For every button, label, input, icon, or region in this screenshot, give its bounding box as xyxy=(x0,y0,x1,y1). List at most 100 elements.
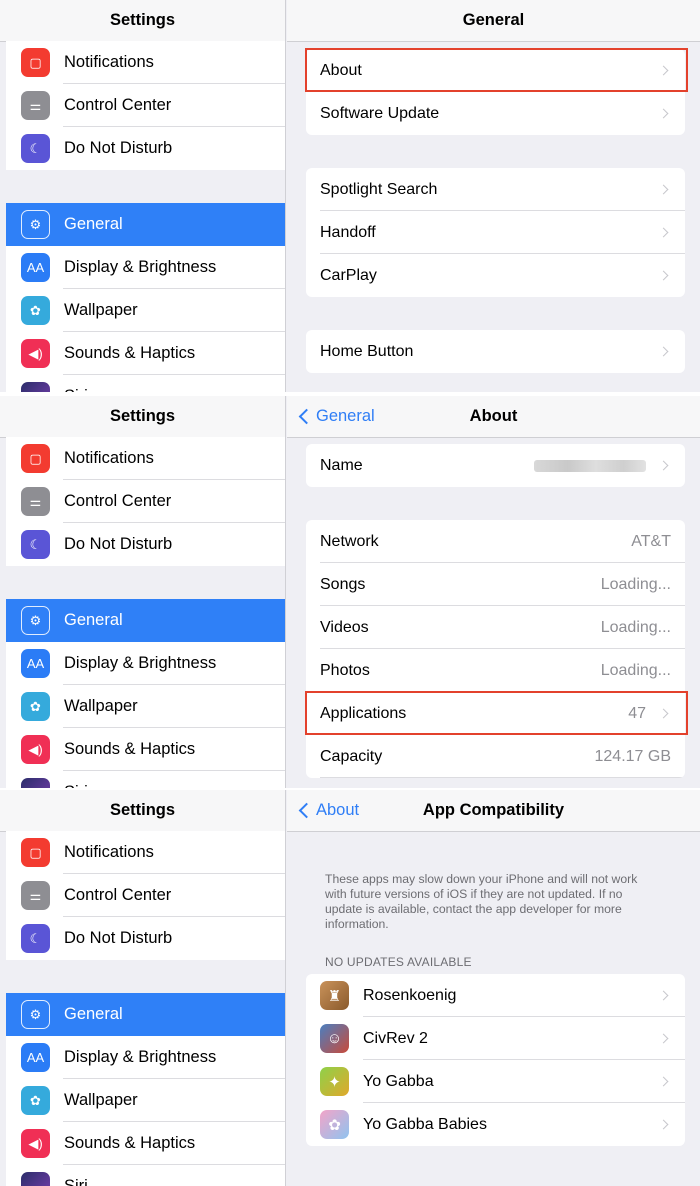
sidebar-item-wallpaper[interactable]: ✿ Wallpaper xyxy=(6,685,285,728)
app-compatibility-pane: About App Compatibility These apps may s… xyxy=(287,790,700,1186)
sidebar-item-display-brightness[interactable]: AA Display & Brightness xyxy=(6,642,285,685)
sidebar-item-general[interactable]: ⚙ General xyxy=(6,599,285,642)
name-row[interactable]: Name xyxy=(306,444,685,487)
wallpaper-icon: ✿ xyxy=(21,296,50,325)
sidebar-item-notifications[interactable]: ▢ Notifications xyxy=(6,437,285,480)
sidebar-item-notifications[interactable]: ▢ Notifications xyxy=(6,41,285,84)
chevron-right-icon xyxy=(658,1119,669,1130)
row-value: AT&T xyxy=(631,532,671,550)
row-label: Videos xyxy=(320,618,369,636)
notifications-icon: ▢ xyxy=(21,444,50,473)
sidebar-item-general[interactable]: ⚙ General xyxy=(6,203,285,246)
app-name: CivRev 2 xyxy=(363,1029,428,1047)
chevron-right-icon xyxy=(658,460,669,471)
row-value: 124.17 GB xyxy=(594,747,672,765)
row-label: Name xyxy=(320,456,363,474)
sidebar-item-label: Control Center xyxy=(64,886,172,904)
spotlight-search-row[interactable]: Spotlight Search xyxy=(306,168,685,211)
wallpaper-icon: ✿ xyxy=(21,1086,50,1115)
settings-sidebar: Settings ▢ Notifications ⚌ Control Center … xyxy=(0,790,286,1186)
sidebar-item-siri[interactable]: Siri xyxy=(6,375,285,392)
sidebar-title: Settings xyxy=(109,11,176,29)
sidebar-item-sounds-haptics[interactable]: ◀) Sounds & Haptics xyxy=(6,728,285,771)
sidebar-item-wallpaper[interactable]: ✿ Wallpaper xyxy=(6,1079,285,1122)
sidebar-navbar: Settings xyxy=(0,0,285,42)
general-group-3: Home Button xyxy=(306,330,685,373)
sidebar-item-siri[interactable]: Siri xyxy=(6,1165,285,1186)
sidebar-item-label: Control Center xyxy=(64,492,172,510)
sidebar-item-do-not-disturb[interactable]: ☾ Do Not Disturb xyxy=(6,523,285,566)
handoff-row[interactable]: Handoff xyxy=(306,211,685,254)
general-navbar: General xyxy=(287,0,700,42)
about-navbar: General About xyxy=(287,396,700,438)
sidebar-item-control-center[interactable]: ⚌ Control Center xyxy=(6,874,285,917)
row-label: Photos xyxy=(320,661,370,679)
row-label: Spotlight Search xyxy=(320,180,438,198)
sidebar-item-do-not-disturb[interactable]: ☾ Do Not Disturb xyxy=(6,127,285,170)
sidebar-group-2: ⚙ General AA Display & Brightness ✿ Wallpap… xyxy=(6,599,285,788)
page-title: About xyxy=(469,407,518,425)
control-center-icon: ⚌ xyxy=(21,91,50,120)
chevron-right-icon xyxy=(658,1033,669,1044)
sidebar-item-label: Wallpaper xyxy=(64,1091,138,1109)
row-label: CarPlay xyxy=(320,266,377,284)
sidebar-item-label: Notifications xyxy=(64,449,154,467)
app-row-yo-gabba-babies[interactable]: ✿ Yo Gabba Babies xyxy=(306,1103,685,1146)
sidebar-item-wallpaper[interactable]: ✿ Wallpaper xyxy=(6,289,285,332)
chevron-right-icon xyxy=(658,270,669,281)
sidebar-item-general[interactable]: ⚙ General xyxy=(6,993,285,1036)
sidebar-item-sounds-haptics[interactable]: ◀) Sounds & Haptics xyxy=(6,332,285,375)
sidebar-item-display-brightness[interactable]: AA Display & Brightness xyxy=(6,246,285,289)
page-title: App Compatibility xyxy=(422,801,565,819)
app-row-civrev-2[interactable]: ☺ CivRev 2 xyxy=(306,1017,685,1060)
settings-sidebar: Settings ▢ Notifications ⚌ Control Center … xyxy=(0,396,286,788)
about-name-group: Name xyxy=(306,444,685,487)
civrev-app-icon: ☺ xyxy=(320,1024,349,1053)
blurred-device-name xyxy=(534,459,646,472)
general-pane: General About Software Update Spotlight … xyxy=(287,0,700,392)
row-label: Software Update xyxy=(320,104,440,122)
row-value: Loading... xyxy=(600,618,671,636)
sidebar-item-control-center[interactable]: ⚌ Control Center xyxy=(6,480,285,523)
wallpaper-icon: ✿ xyxy=(21,692,50,721)
settings-sidebar: Settings ▢ Notifications ⚌ Control Center … xyxy=(0,0,286,392)
sidebar-item-notifications[interactable]: ▢ Notifications xyxy=(6,831,285,874)
app-row-rosenkoenig[interactable]: ♜ Rosenkoenig xyxy=(306,974,685,1017)
sidebar-item-label: Siri xyxy=(64,783,88,788)
sidebar-item-label: Do Not Disturb xyxy=(64,929,173,947)
capacity-row: Capacity 124.17 GB xyxy=(306,735,685,778)
sidebar-item-label: Sounds & Haptics xyxy=(64,1134,196,1152)
speaker-icon: ◀) xyxy=(21,735,50,764)
notifications-icon: ▢ xyxy=(21,48,50,77)
sidebar-item-siri[interactable]: Siri xyxy=(6,771,285,788)
control-center-icon: ⚌ xyxy=(21,881,50,910)
siri-icon xyxy=(21,382,50,392)
software-update-row[interactable]: Software Update xyxy=(306,92,685,135)
chevron-right-icon xyxy=(658,227,669,238)
carplay-row[interactable]: CarPlay xyxy=(306,254,685,297)
sidebar-title: Settings xyxy=(109,801,176,819)
moon-icon: ☾ xyxy=(21,134,50,163)
row-value: Loading... xyxy=(600,661,671,679)
row-label: Handoff xyxy=(320,223,376,241)
general-screen: Settings ▢ Notifications ⚌ Control Center … xyxy=(0,0,700,392)
sidebar-item-label: General xyxy=(64,611,123,629)
app-row-yo-gabba[interactable]: ✦ Yo Gabba xyxy=(306,1060,685,1103)
about-pane: General About Name Network AT&T Songs Load… xyxy=(287,396,700,788)
sidebar-navbar: Settings xyxy=(0,790,285,832)
gear-icon: ⚙ xyxy=(21,210,50,239)
display-brightness-icon: AA xyxy=(21,1043,50,1072)
sidebar-item-do-not-disturb[interactable]: ☾ Do Not Disturb xyxy=(6,917,285,960)
yo-gabba-babies-app-icon: ✿ xyxy=(320,1110,349,1139)
home-button-row[interactable]: Home Button xyxy=(306,330,685,373)
highlight-box xyxy=(305,691,688,735)
display-brightness-icon: AA xyxy=(21,253,50,282)
display-brightness-icon: AA xyxy=(21,649,50,678)
row-label: Home Button xyxy=(320,342,414,360)
row-label: Capacity xyxy=(320,747,383,765)
row-value: Loading... xyxy=(600,575,671,593)
sidebar-item-sounds-haptics[interactable]: ◀) Sounds & Haptics xyxy=(6,1122,285,1165)
sidebar-item-display-brightness[interactable]: AA Display & Brightness xyxy=(6,1036,285,1079)
sidebar-item-control-center[interactable]: ⚌ Control Center xyxy=(6,84,285,127)
sidebar-item-label: Siri xyxy=(64,1177,88,1186)
